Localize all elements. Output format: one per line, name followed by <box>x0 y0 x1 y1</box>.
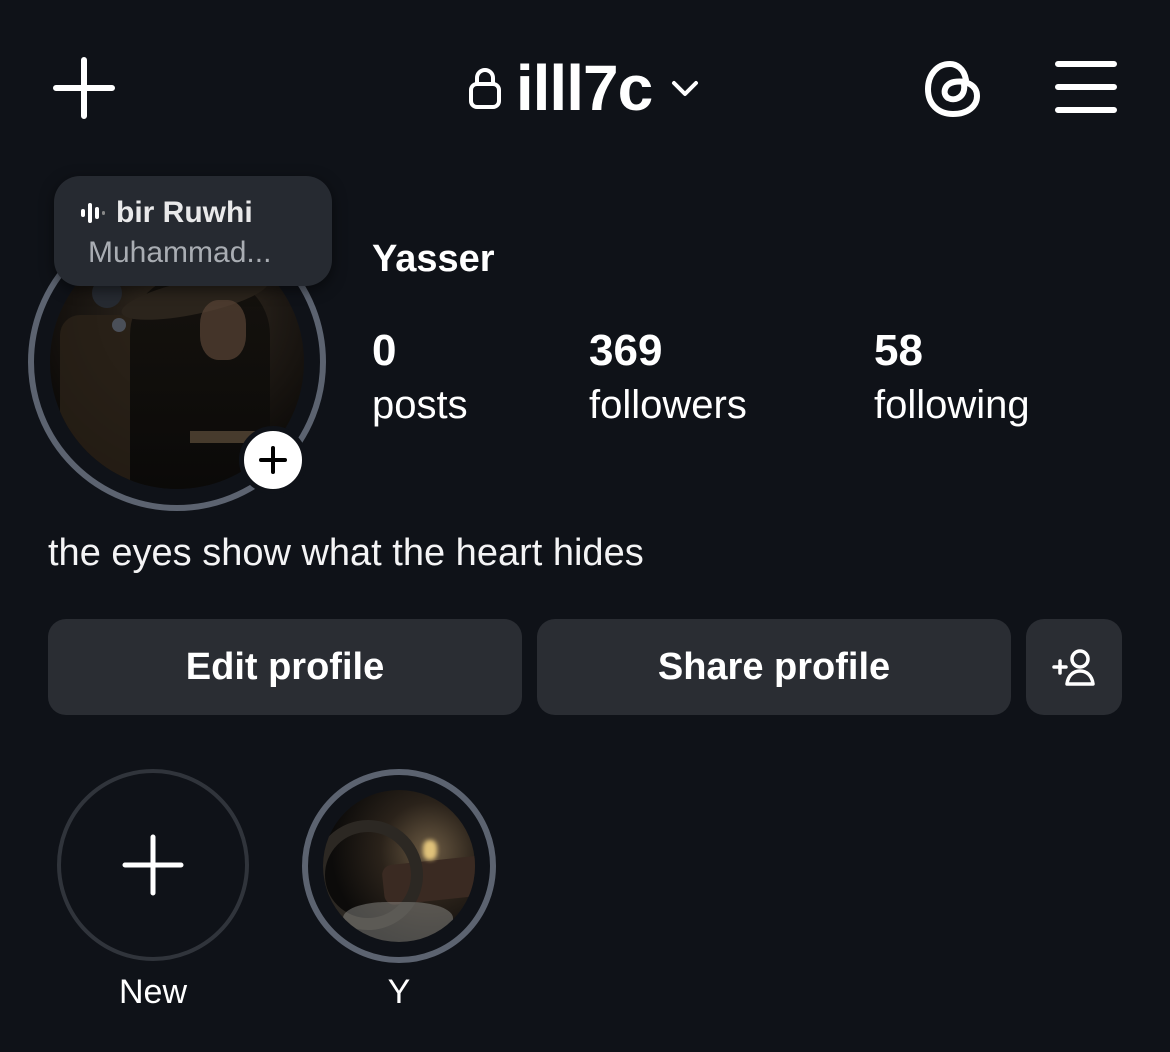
highlight-label-new: New <box>118 973 188 1011</box>
note-tail-dot <box>112 318 126 332</box>
display-name: Yasser <box>372 238 495 280</box>
note-title: bir Ruwhi <box>116 196 253 229</box>
bio: the eyes show what the heart hides <box>48 532 644 574</box>
stat-following[interactable]: 58 following <box>874 322 1030 431</box>
stat-label: followers <box>589 383 747 428</box>
highlight-cover[interactable] <box>323 790 475 942</box>
create-plus-button[interactable] <box>52 56 116 120</box>
stat-posts[interactable]: 0 posts <box>372 322 468 431</box>
highlight-label-y: Y <box>387 973 411 1011</box>
lock-icon <box>468 68 501 109</box>
threads-icon <box>924 60 981 118</box>
stat-value: 0 <box>372 326 397 375</box>
discover-people-button[interactable] <box>1026 619 1122 715</box>
plus-icon <box>53 57 115 119</box>
hamburger-menu-icon <box>1055 61 1117 113</box>
menu-button[interactable] <box>1052 58 1120 116</box>
note-subtitle: Muhammad... <box>88 236 272 269</box>
note-bubble[interactable]: bir Ruwhi Muhammad... <box>54 176 332 286</box>
stat-value: 58 <box>874 326 923 375</box>
username-title: illl7c <box>515 52 653 124</box>
plus-icon <box>122 834 184 896</box>
add-person-icon <box>1052 649 1095 686</box>
edit-profile-button[interactable]: Edit profile <box>48 619 522 715</box>
add-story-button[interactable] <box>239 426 307 494</box>
chevron-down-icon <box>672 81 699 96</box>
stat-value: 369 <box>589 326 663 375</box>
stat-followers[interactable]: 369 followers <box>589 322 747 431</box>
threads-button[interactable] <box>920 56 986 122</box>
stat-label: following <box>874 383 1030 428</box>
stat-label: posts <box>372 383 468 428</box>
audio-bars-icon <box>81 203 105 223</box>
plus-icon <box>259 446 287 474</box>
share-profile-button[interactable]: Share profile <box>537 619 1011 715</box>
new-highlight-button[interactable] <box>57 769 249 961</box>
account-switcher[interactable]: illl7c <box>468 56 702 120</box>
